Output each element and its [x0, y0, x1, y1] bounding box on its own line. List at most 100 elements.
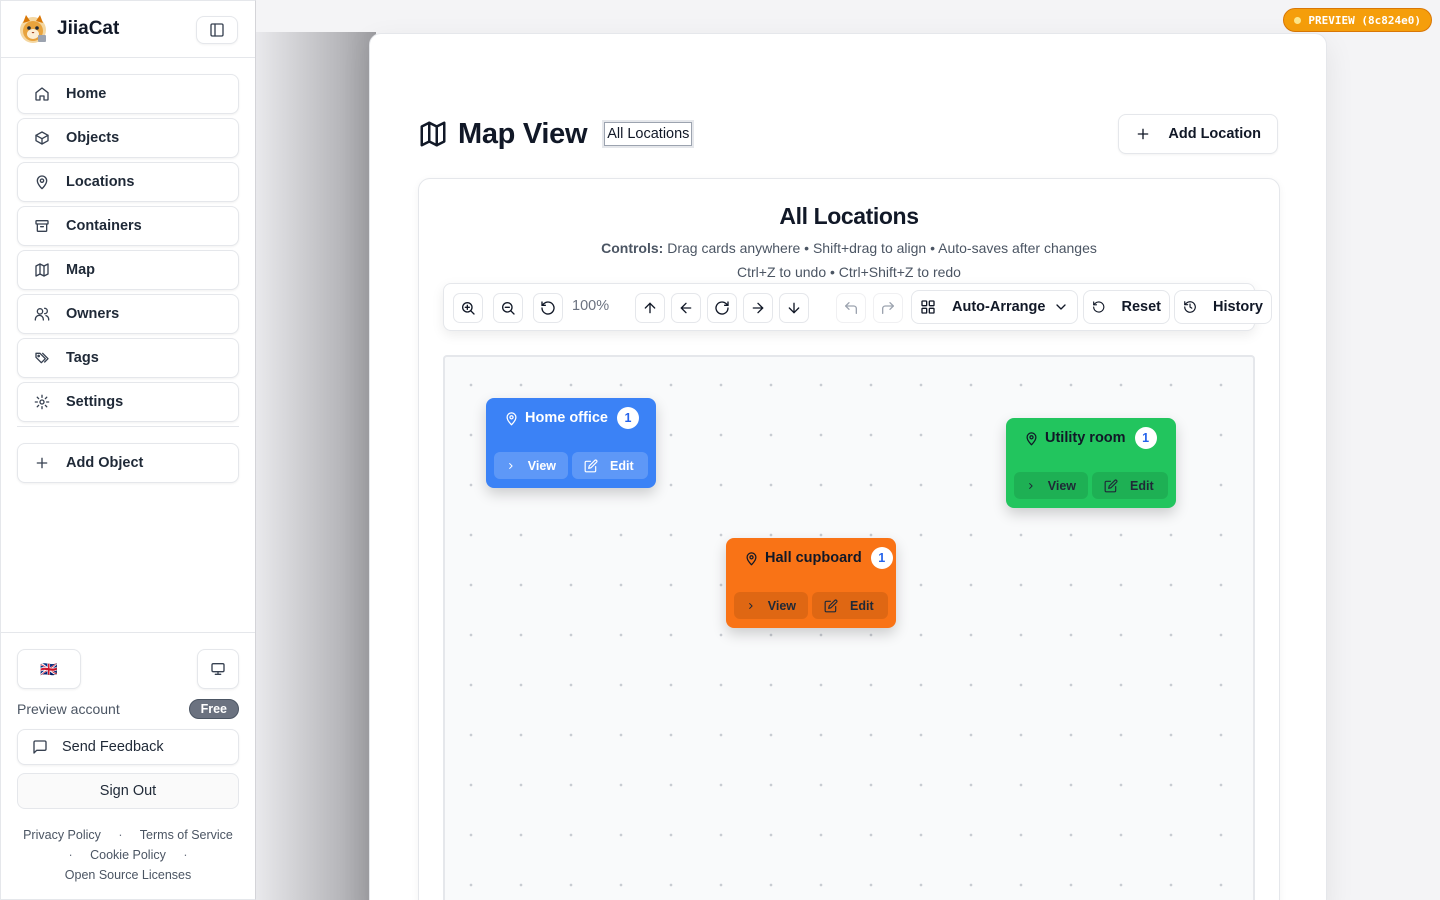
nav-divider [17, 426, 239, 427]
page-header: Map View All Locations Add Location [418, 114, 1278, 154]
zoom-out-button[interactable] [493, 293, 523, 323]
edit-icon [824, 599, 838, 612]
sidebar-item-objects[interactable]: Objects [17, 118, 239, 158]
map-pin-icon [36, 175, 48, 190]
edit-icon [584, 459, 598, 472]
view-label: View [767, 598, 796, 613]
edit-location-button[interactable]: Edit [572, 452, 648, 479]
sidebar-item-map[interactable]: Map [17, 250, 239, 290]
display-mode-button[interactable] [197, 649, 239, 689]
language-button[interactable]: 🇬🇧 [17, 649, 81, 689]
sidebar-toggle-button[interactable] [196, 16, 238, 44]
feedback-label: Send Feedback [62, 739, 164, 755]
box-icon [35, 131, 49, 145]
sign-out-label: Sign Out [99, 783, 157, 799]
map-icon [35, 263, 49, 277]
location-scope-select[interactable]: All Locations [604, 122, 693, 146]
plus-icon [1138, 128, 1149, 140]
zoom-in-icon [462, 302, 475, 315]
history-icon [1184, 301, 1196, 313]
history-label: History [1213, 299, 1263, 315]
uk-flag-icon: 🇬🇧 [40, 660, 58, 677]
sidebar-item-containers[interactable]: Containers [17, 206, 239, 246]
sidebar-item-tags[interactable]: Tags [17, 338, 239, 378]
auto-arrange-label: Auto-Arrange [952, 299, 1046, 315]
auto-arrange-button[interactable]: Auto-Arrange [911, 290, 1078, 324]
map-pin-icon [746, 551, 757, 565]
sidebar-item-owners[interactable]: Owners [17, 294, 239, 334]
brand-header: JiiaCat [1, 1, 255, 58]
rotate-cw-icon [715, 301, 729, 315]
reset-button[interactable]: Reset [1083, 290, 1170, 324]
controls-text: Drag cards anywhere • Shift+drag to alig… [667, 240, 1097, 256]
zoom-level: 100% [572, 298, 610, 314]
zoom-in-button[interactable] [453, 293, 483, 323]
location-actions: View Edit [1014, 472, 1172, 499]
sidebar-item-label: Containers [66, 218, 142, 234]
view-label: View [1047, 478, 1076, 493]
chevron-right-icon [749, 602, 753, 609]
location-card-header: Utility room 1 [1024, 427, 1157, 449]
arrow-left-icon [680, 302, 692, 314]
account-label: Preview account [17, 701, 120, 717]
open-source-licenses-link[interactable]: Open Source Licenses [65, 868, 191, 882]
cookie-policy-link[interactable]: Cookie Policy [90, 848, 166, 862]
object-count-badge: 1 [1134, 427, 1157, 449]
sidebar-footer: 🇬🇧 Preview account Free Send Feedback Si… [1, 632, 255, 899]
edit-location-button[interactable]: Edit [1092, 472, 1168, 499]
reset-zoom-button[interactable] [533, 293, 563, 323]
location-name: Home office [525, 410, 608, 426]
location-card-hall-cupboard[interactable]: Hall cupboard 1 View Edit [726, 538, 896, 628]
location-name: Hall cupboard [765, 550, 862, 566]
location-card-home-office[interactable]: Home office 1 View Edit [486, 398, 656, 488]
pan-down-button[interactable] [779, 293, 809, 323]
view-location-button[interactable]: View [734, 592, 808, 619]
add-location-button[interactable]: Add Location [1118, 114, 1278, 154]
cat-logo-icon[interactable] [17, 13, 49, 45]
send-feedback-button[interactable]: Send Feedback [17, 729, 239, 765]
undo-icon [845, 302, 857, 314]
map-title: All Locations [779, 203, 919, 229]
legal-separator: · [183, 848, 188, 862]
legal-separator: · [68, 848, 73, 862]
undo-button[interactable] [836, 293, 866, 323]
sidebar-nav: Home Objects Locations Containers Map Ow… [1, 58, 255, 487]
view-location-button[interactable]: View [1014, 472, 1088, 499]
terms-of-service-link[interactable]: Terms of Service [140, 828, 233, 842]
monitor-icon [211, 663, 225, 675]
reset-label: Reset [1121, 299, 1162, 315]
sidebar-item-label: Objects [66, 130, 120, 146]
sidebar-item-home[interactable]: Home [17, 74, 239, 114]
edit-location-button[interactable]: Edit [812, 592, 888, 619]
history-button[interactable]: History [1174, 290, 1272, 324]
chevron-right-icon [1029, 482, 1033, 489]
sidebar-item-label: Map [66, 262, 95, 278]
map-pin-icon [1026, 431, 1037, 445]
location-card-utility-room[interactable]: Utility room 1 View Edit [1006, 418, 1176, 508]
rotate-ccw-icon [541, 301, 555, 315]
add-object-label: Add Object [66, 455, 144, 471]
view-location-button[interactable]: View [494, 452, 568, 479]
privacy-policy-link[interactable]: Privacy Policy [23, 828, 101, 842]
add-object-button[interactable]: Add Object [17, 443, 239, 483]
edit-label: Edit [1130, 478, 1154, 493]
pan-up-button[interactable] [635, 293, 665, 323]
center-view-button[interactable] [707, 293, 737, 323]
redo-button[interactable] [873, 293, 903, 323]
users-icon [34, 307, 50, 321]
map-canvas[interactable]: Home office 1 View Edit Utility room 1 V… [443, 355, 1255, 900]
sidebar-item-locations[interactable]: Locations [17, 162, 239, 202]
plan-badge: Free [188, 699, 239, 719]
pan-left-button[interactable] [671, 293, 701, 323]
sign-out-button[interactable]: Sign Out [17, 773, 239, 809]
redo-icon [882, 302, 894, 314]
sidebar-item-label: Locations [66, 174, 135, 190]
view-label: View [527, 458, 556, 473]
preview-dot-icon [1294, 16, 1302, 24]
pan-right-button[interactable] [743, 293, 773, 323]
panel-left-icon [210, 23, 224, 37]
grid-icon [921, 300, 935, 314]
location-card-header: Hall cupboard 1 [744, 547, 893, 569]
sidebar-item-settings[interactable]: Settings [17, 382, 239, 422]
arrow-right-icon [752, 302, 764, 314]
